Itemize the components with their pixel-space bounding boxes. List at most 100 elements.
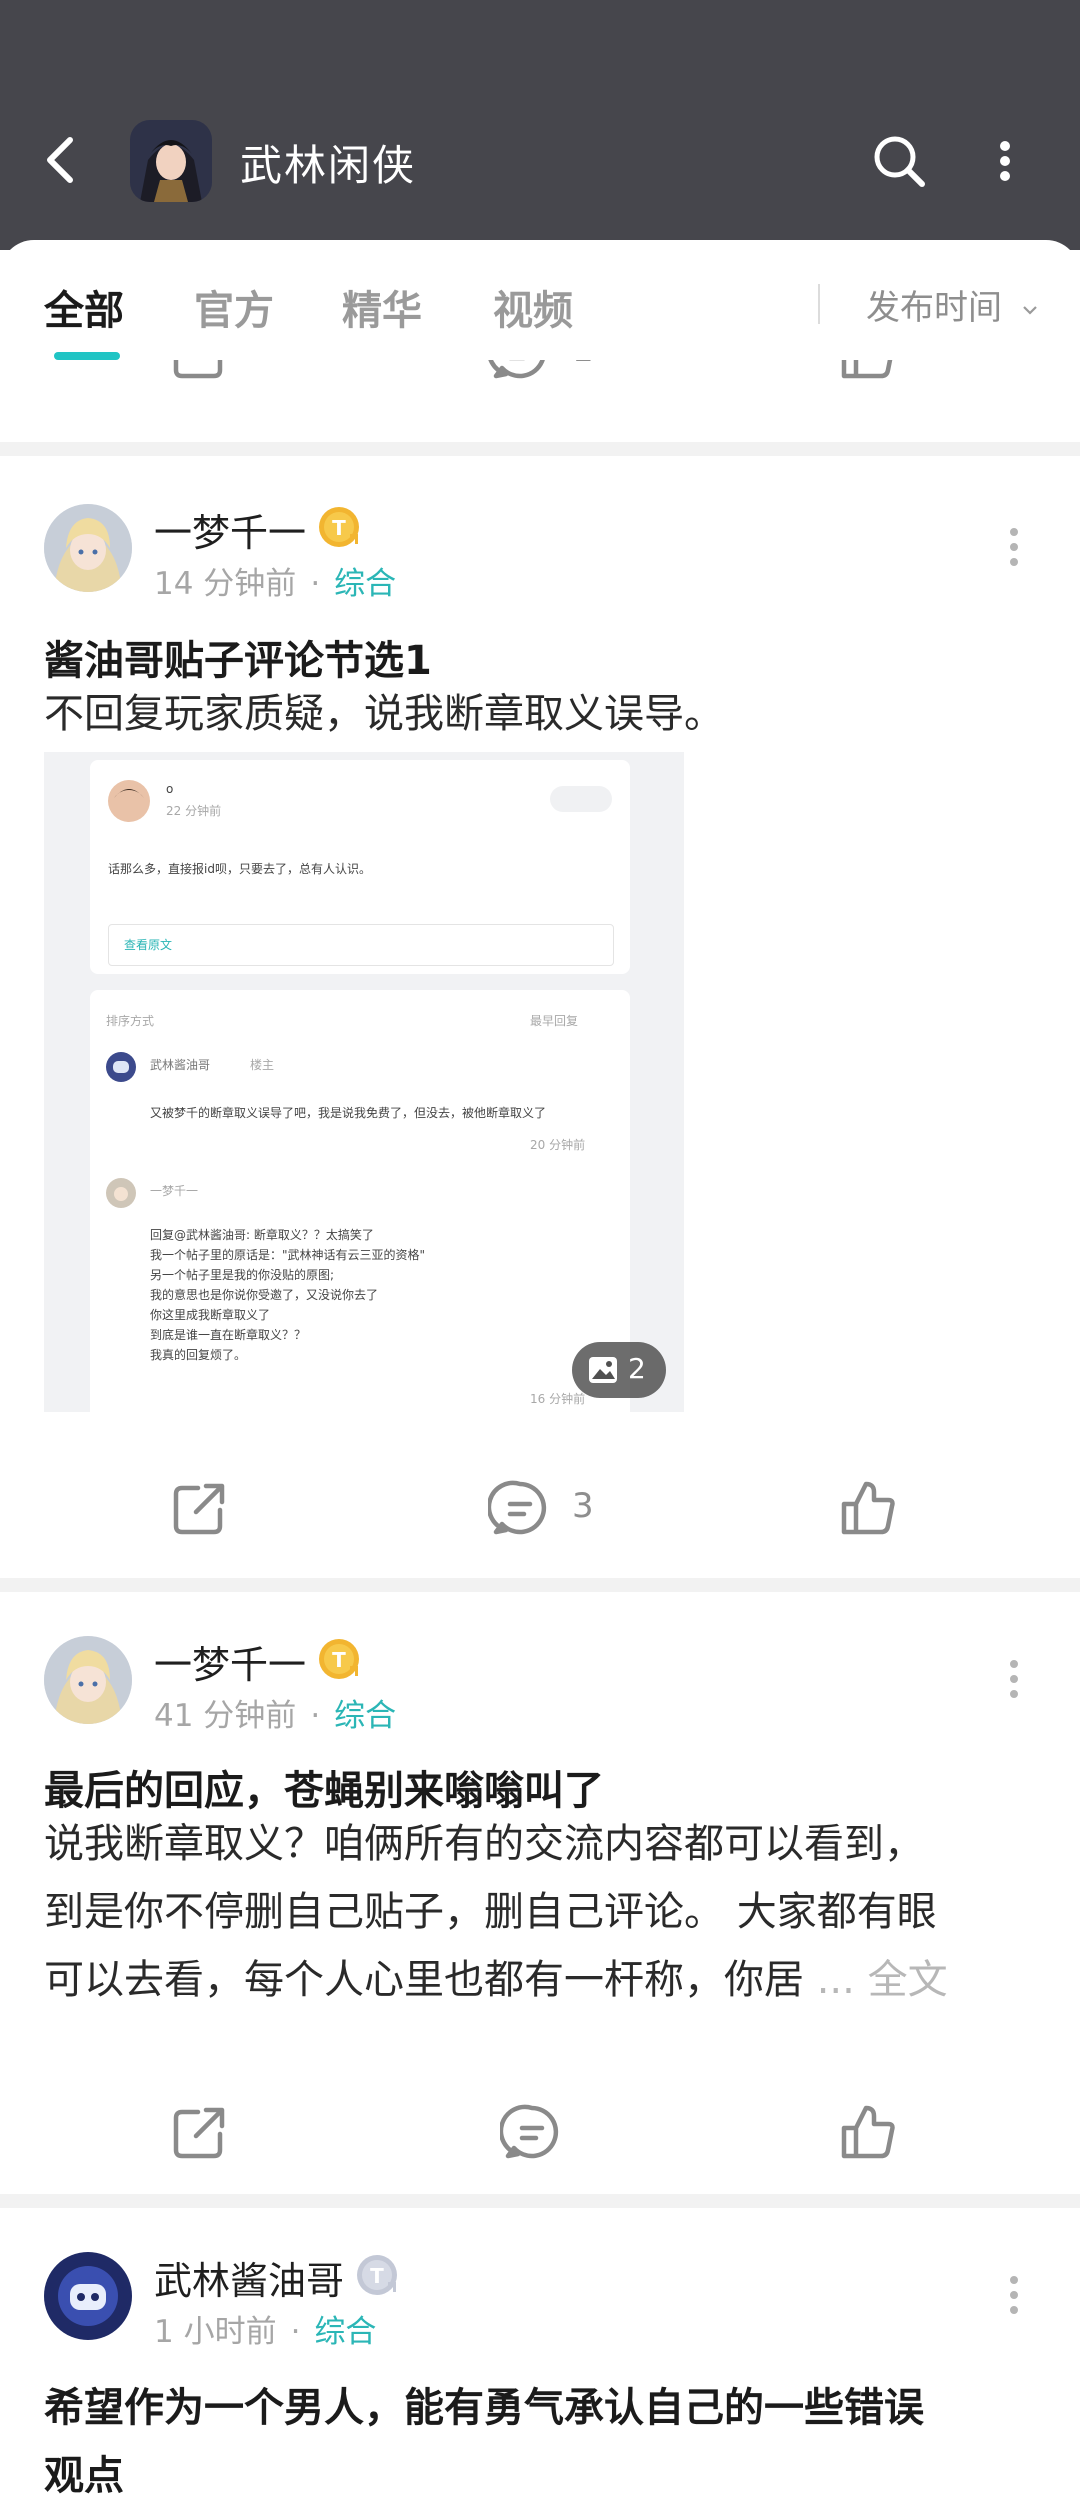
image-comment-time: 20 分钟前 <box>530 1138 586 1152</box>
post-card[interactable]: 一梦千一 T 14 分钟前 · 综合 酱油哥贴子评论节选1 不回复玩家质疑，说我断章… <box>0 456 1080 1535</box>
author-avatar[interactable] <box>44 2252 132 2340</box>
post-action-row: 1 <box>0 360 1080 410</box>
post-body: 说我断章取义？咱俩所有的交流内容都可以看到， 到是你不停删自己贴子，删自己评论。… <box>44 1810 1034 2014</box>
image-reply-line: 回复@武林酱油哥: 断章取义？？太搞笑了 <box>150 1228 374 1242</box>
tab-bar: 全部 官方 精华 视频 发布时间 <box>0 240 1080 360</box>
post-meta: 1 小时前 · 综合 <box>154 2314 377 2350</box>
group-avatar-image <box>130 120 212 202</box>
share-icon[interactable] <box>168 360 232 384</box>
comment-icon[interactable] <box>500 2100 564 2164</box>
author-avatar[interactable] <box>44 504 132 592</box>
post-title: 酱油哥贴子评论节选1 <box>44 638 432 684</box>
author-name[interactable]: 一梦千一 <box>154 1634 306 1689</box>
gallery-icon <box>589 1357 617 1383</box>
tab-all[interactable]: 全部 <box>44 278 124 336</box>
comment-icon[interactable] <box>488 1476 552 1540</box>
group-title: 武林闲侠 <box>240 141 417 190</box>
tab-featured[interactable]: 精华 <box>342 278 422 336</box>
post-category[interactable]: 综合 <box>334 566 396 602</box>
post-image[interactable]: o 22 分钟前 话那么多，直接报id呗，只要去了，总有人认识。 查看原文 排序… <box>44 752 684 1412</box>
search-icon <box>874 136 925 187</box>
group-avatar[interactable] <box>130 120 212 202</box>
post-meta: 41 分钟前 · 综合 <box>154 1698 397 1734</box>
more-vertical-icon[interactable] <box>1000 2270 1028 2320</box>
post-separator <box>0 442 1080 456</box>
read-full-link[interactable]: 全文 <box>868 1957 948 2003</box>
image-sort-value: 最早回复 <box>530 1014 579 1028</box>
image-reply-user: 一梦千一 <box>150 1184 199 1198</box>
post-body-line: 到是你不停删自己贴子，删自己评论。 大家都有眼 <box>44 1889 937 1935</box>
post-meta: 14 分钟前 · 综合 <box>154 566 397 602</box>
comment-count: 3 <box>572 1486 594 1526</box>
back-button[interactable] <box>38 130 88 190</box>
image-swap-pill <box>550 786 612 812</box>
post-title: 希望作为一个男人，能有勇气承认自己的一些错误 观点 <box>44 2374 924 2510</box>
app-header: 武林闲侠 <box>0 0 1080 250</box>
image-reply-line: 我一个帖子里的原话是："武林神话有云三亚的资格" <box>150 1248 426 1262</box>
tab-official[interactable]: 官方 <box>194 278 274 336</box>
author-avatar-image <box>44 2252 132 2340</box>
author-avatar-image <box>44 1636 132 1724</box>
image-reply-line: 我的意思也是你说你受邀了，又没说你去了 <box>150 1288 379 1302</box>
post-body: 不回复玩家质疑，说我断章取义误导。 <box>44 691 724 737</box>
more-vertical-icon[interactable] <box>1000 522 1028 572</box>
svg-text:T: T <box>332 516 346 540</box>
image-comment-text: 又被梦千的断章取义误导了吧，我是说我免费了，但没去，被他断章取义了 <box>150 1106 547 1120</box>
more-vertical-icon[interactable] <box>1000 1654 1028 1704</box>
image-user-avatar <box>108 780 150 822</box>
search-button[interactable] <box>868 130 930 192</box>
image-reply-line: 我真的回复烦了。 <box>150 1348 247 1362</box>
post-separator <box>0 1578 1080 1592</box>
post-card[interactable]: 一梦千一 T 41 分钟前 · 综合 最后的回应，苍蝇别来嗡嗡叫了 说我断章取义？咱… <box>0 1592 1080 2192</box>
author-avatar-image <box>44 504 132 592</box>
sort-dropdown[interactable]: 发布时间 <box>866 280 1041 329</box>
like-icon[interactable] <box>836 2100 900 2164</box>
image-top-card: o 22 分钟前 话那么多，直接报id呗，只要去了，总有人认识。 查看原文 <box>90 760 630 974</box>
post-time: 14 分钟前 <box>154 566 297 602</box>
post-body-line: 说我断章取义？咱俩所有的交流内容都可以看到， <box>44 1821 924 1867</box>
post-time: 1 小时前 <box>154 2314 277 2350</box>
post-card[interactable]: 武林酱油哥 T 1 小时前 · 综合 希望作为一个男人，能有勇气承认自己的一些错误 … <box>0 2208 1080 2520</box>
image-view-original: 查看原文 <box>124 938 173 952</box>
image-comment-avatar-2 <box>106 1178 136 1208</box>
post-title-line: 观点 <box>44 2453 124 2499</box>
svg-text:T: T <box>370 2264 384 2288</box>
image-top-time: 22 分钟前 <box>166 804 222 818</box>
image-count: 2 <box>628 1352 646 1385</box>
post-category[interactable]: 综合 <box>314 2314 376 2350</box>
active-tab-indicator <box>54 352 120 360</box>
image-reply-time: 16 分钟前 <box>530 1392 586 1406</box>
content-sheet: 全部 官方 精华 视频 发布时间 1 <box>0 240 1080 2520</box>
post-time: 41 分钟前 <box>154 1698 297 1734</box>
post-body-line: 可以去看，每个人心里也都有一杆称，你居 ... 全文 <box>44 1946 1034 2014</box>
chevron-down-icon <box>1023 305 1037 315</box>
like-icon[interactable] <box>836 1476 900 1540</box>
image-top-text: 话那么多，直接报id呗，只要去了，总有人认识。 <box>108 862 371 876</box>
like-icon[interactable] <box>836 360 900 384</box>
post-action-row: 3 <box>0 1456 1080 1566</box>
more-options-button[interactable] <box>985 130 1025 192</box>
post-title: 最后的回应，苍蝇别来嗡嗡叫了 <box>44 1768 604 1814</box>
author-name[interactable]: 一梦千一 <box>154 502 306 557</box>
image-comments-card: 排序方式 最早回复 武林酱油哥 楼主 又被梦千的断章取义误导了吧，我是说我免费了… <box>90 990 630 1412</box>
tab-divider <box>818 284 820 324</box>
tab-video[interactable]: 视频 <box>493 278 573 336</box>
image-reply-line: 另一个帖子里是我的你没贴的原图; <box>150 1268 335 1282</box>
post-title-line: 希望作为一个男人，能有勇气承认自己的一些错误 <box>44 2385 924 2431</box>
comment-icon[interactable] <box>488 360 552 384</box>
post-category[interactable]: 综合 <box>334 1698 396 1734</box>
share-icon[interactable] <box>168 2100 232 2164</box>
post-feed: 1 一梦千一 T <box>0 360 1080 2520</box>
svg-text:T: T <box>332 1648 346 1672</box>
author-name[interactable]: 武林酱油哥 <box>154 2250 344 2305</box>
image-reply-line: 到底是谁一直在断章取义？？ <box>150 1328 307 1342</box>
post-body-line-text: 可以去看，每个人心里也都有一杆称，你居 <box>44 1957 804 2003</box>
image-count-badge[interactable]: 2 <box>572 1342 666 1398</box>
image-comment-badge: 楼主 <box>250 1058 275 1072</box>
author-avatar[interactable] <box>44 1636 132 1724</box>
level-badge-icon: T <box>319 507 359 547</box>
share-icon[interactable] <box>168 1476 232 1540</box>
back-arrow-icon <box>47 137 73 183</box>
image-top-user: o <box>166 782 174 796</box>
post-action-row <box>0 2080 1080 2190</box>
